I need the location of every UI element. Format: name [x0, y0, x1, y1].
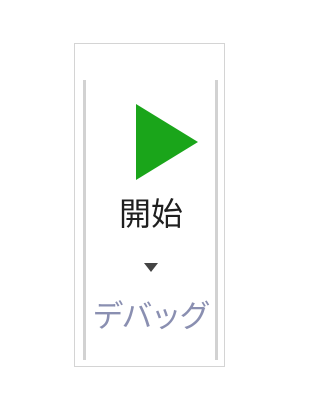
start-button[interactable]: 開始	[89, 58, 213, 318]
dropdown-arrow-icon[interactable]	[144, 263, 158, 273]
play-icon	[136, 104, 198, 180]
group-label: デバッグ	[92, 299, 211, 335]
debug-ribbon-group: 開始 デバッグ	[74, 43, 225, 367]
start-button-label: 開始	[118, 195, 183, 233]
